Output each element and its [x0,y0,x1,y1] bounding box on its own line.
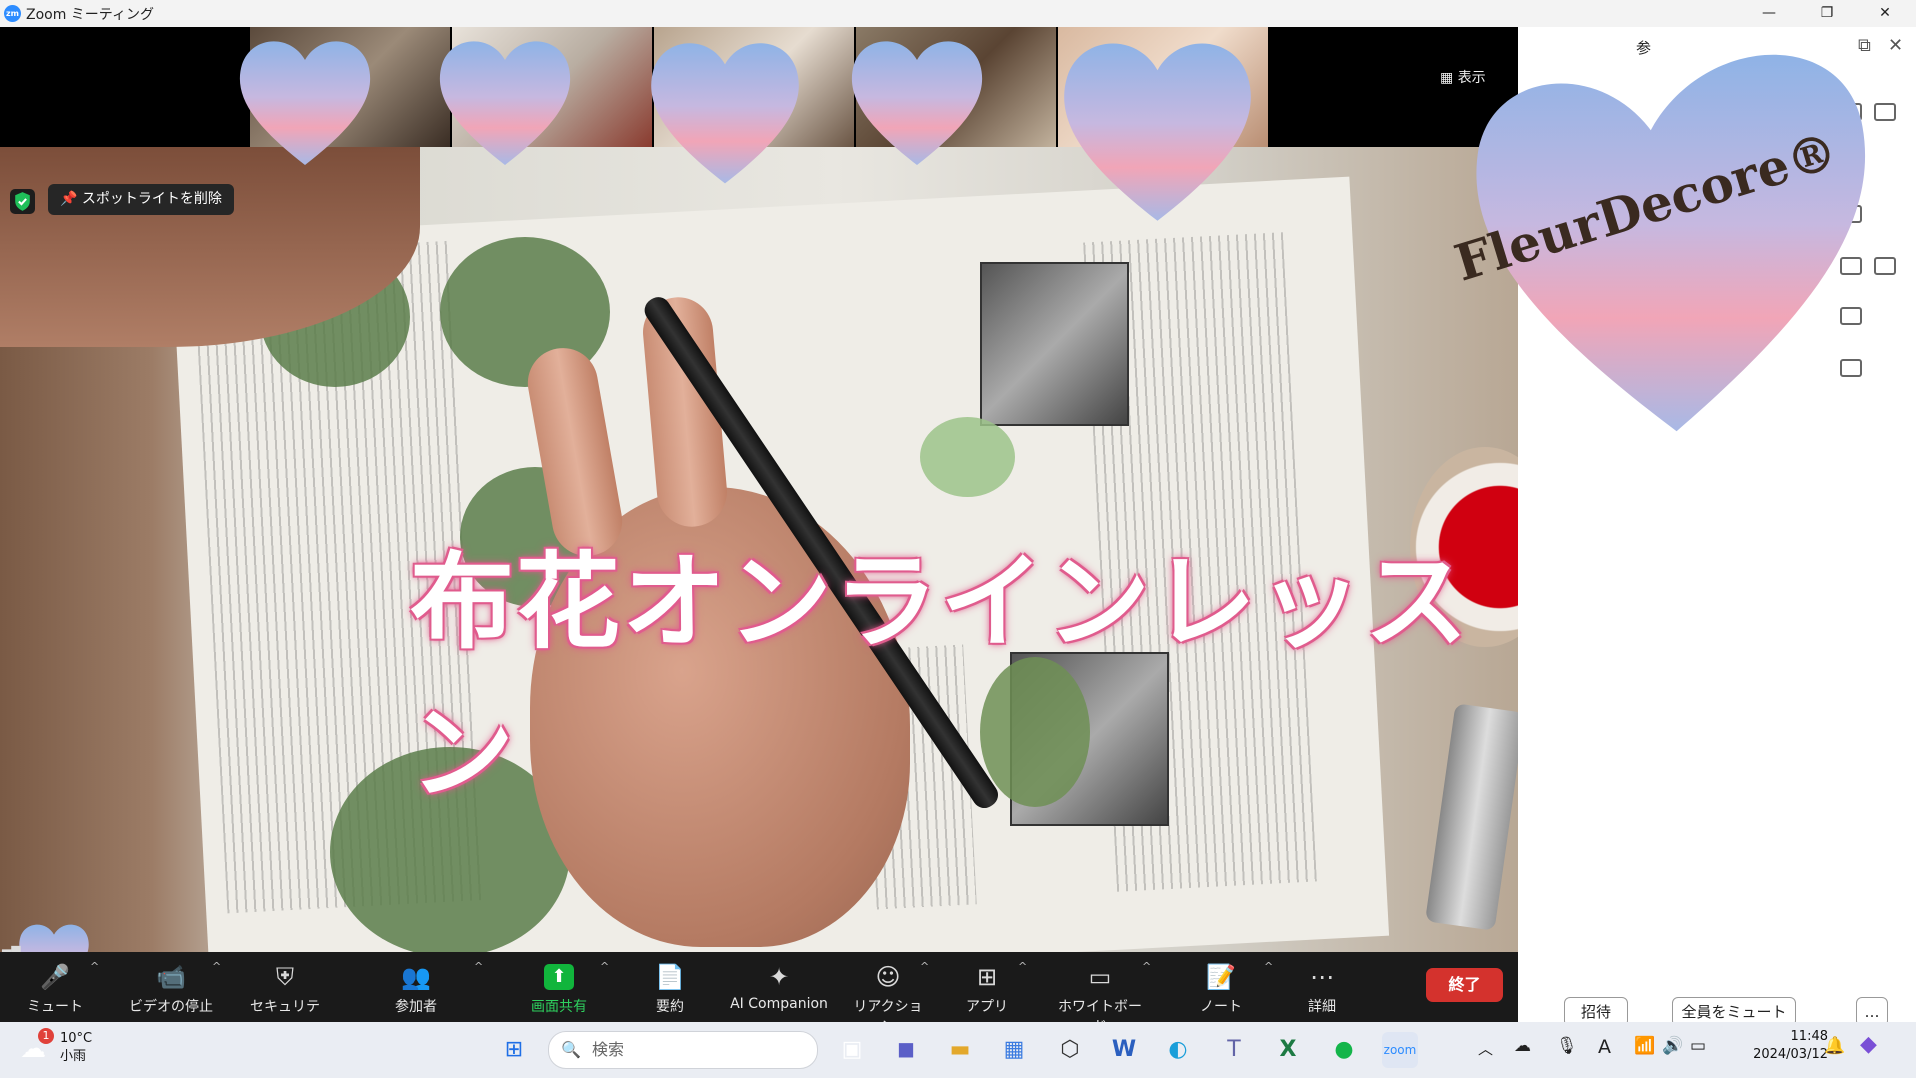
meeting-area: 📌 スポットライトを削除 ▦ 表示 布花オンラインレッスン ▂▄ [0,27,1518,952]
notes-label: ノート [1200,999,1242,1015]
summary-icon: 📄 [655,963,685,991]
apps-label: アプリ [966,999,1008,1015]
end-meeting-button[interactable]: 終了 [1426,968,1503,1002]
lesson-title-overlay: 布花オンラインレッスン [410,540,1471,814]
excel-icon[interactable]: X [1270,1032,1306,1068]
share-screen-icon: ⬆ [544,964,574,990]
window-title: Zoom ミーティング [26,7,154,23]
participants-panel: 参 ⧉ ✕ FleurDecore® 招待 全員をミュート … [1448,27,1916,1027]
teams-chat-icon[interactable]: ◼ [888,1032,924,1068]
stop-video-label: ビデオの停止 [129,999,213,1015]
notes-icon: 📝 [1206,963,1236,991]
ai-companion-label: AI Companion [730,996,828,1012]
weather-widget[interactable]: 10°C 小雨 [60,1030,92,1066]
search-placeholder: 検索 [592,1040,625,1059]
copilot-icon[interactable]: ◆ [1860,1032,1877,1057]
more-button[interactable]: ⋯ 詳細 [1302,952,1342,1022]
heart-sticker [1050,27,1265,238]
participants-label: 参加者 [395,999,437,1015]
fleurdecore-heart-logo: FleurDecore® [1438,27,1898,457]
line-app-icon[interactable]: ● [1326,1032,1362,1068]
clock-time: 11:48 [1790,1029,1828,1044]
security-button[interactable]: ⛨ セキュリティ [244,952,326,1035]
whiteboard-icon: ▭ [1088,963,1112,991]
wifi-icon[interactable]: 📶 [1634,1036,1655,1056]
notification-bell-icon[interactable]: 🔔 [1824,1036,1845,1056]
notes-button[interactable]: 📝 ノート ^ [1196,952,1273,1022]
remove-spotlight-label: スポットライトを削除 [81,191,222,207]
chevron-up-icon[interactable]: ︿ [1478,1038,1493,1059]
heart-sticker [430,27,580,177]
heart-sticker [14,917,94,952]
close-button[interactable]: ✕ [1856,0,1914,27]
search-icon: 🔍 [561,1040,581,1059]
speaker-icon[interactable]: 🔊 [1662,1036,1683,1056]
chevron-up-icon[interactable]: ^ [920,960,929,973]
battery-icon[interactable]: ▭ [1690,1036,1706,1056]
emoji-icon: ☺ [875,963,901,991]
heart-sticker [640,27,810,197]
security-shield-icon [10,189,35,214]
hexagon-app-icon[interactable]: ⬡ [1052,1032,1088,1068]
sparkle-icon: ✦ [768,963,790,991]
participants-button[interactable]: 👥 参加者 ^ [386,952,483,1022]
chevron-up-icon[interactable]: ^ [1142,960,1151,973]
share-screen-button[interactable]: ⬆ 画面共有 ^ [520,952,609,1022]
zoom-taskbar-icon[interactable]: zoom [1382,1032,1418,1068]
participants-icon: 👥 [401,963,431,991]
more-label: 詳細 [1308,999,1336,1015]
mute-label: ミュート [27,999,83,1015]
stop-video-button[interactable]: 📹 ビデオの停止 ^ [128,952,221,1022]
microphone-icon: 🎤 [40,963,70,991]
title-bar: zm Zoom ミーティング — ❐ ✕ [0,0,1916,27]
ime-indicator[interactable]: A [1598,1036,1611,1058]
video-camera-icon: 📹 [156,963,186,991]
mute-button[interactable]: 🎤 ミュート ^ [22,952,99,1022]
apps-icon: ⊞ [976,963,998,991]
remove-spotlight-button[interactable]: 📌 スポットライトを削除 [48,184,234,215]
more-icon: ⋯ [1310,963,1334,991]
meeting-toolbar: 🎤 ミュート ^ 📹 ビデオの停止 ^ ⛨ セキュリティ 👥 参加者 ^ ⬆ 画… [0,952,1518,1035]
microsoft-store-icon[interactable]: ▦ [996,1032,1032,1068]
newspaper-photo [980,262,1129,426]
taskbar-search-box[interactable]: 🔍 検索 [548,1031,818,1069]
ai-companion-button[interactable]: ✦ AI Companion [726,952,832,1022]
share-screen-label: 画面共有 [531,999,587,1015]
edge-browser-icon[interactable]: ◐ [1160,1032,1196,1068]
signal-strength-icon: ▂▄ [2,939,21,952]
chevron-up-icon[interactable]: ^ [1018,960,1027,973]
heart-sticker [230,27,380,177]
chevron-up-icon[interactable]: ^ [1264,960,1273,973]
onedrive-icon[interactable]: ☁ [1514,1036,1531,1056]
weather-desc: 小雨 [60,1049,87,1064]
shield-icon: ⛨ [276,963,294,991]
weather-temp: 10°C [60,1031,93,1046]
windows-start-icon[interactable]: ⊞ [496,1032,532,1068]
chevron-up-icon[interactable]: ^ [212,960,221,973]
heart-sticker [842,27,992,177]
summary-button[interactable]: 📄 要約 [646,952,694,1022]
microphone-icon[interactable]: 🎙 [1556,1036,1578,1056]
whiteboard-button[interactable]: ▭ ホワイトボード ^ [1052,952,1151,1035]
chevron-up-icon[interactable]: ^ [600,960,609,973]
chevron-up-icon[interactable]: ^ [90,960,99,973]
taskbar-clock[interactable]: 11:48 2024/03/12 [1718,1028,1828,1064]
minimize-button[interactable]: — [1740,0,1798,27]
task-view-icon[interactable]: ▣ [834,1032,870,1068]
reactions-button[interactable]: ☺ リアクション ^ [850,952,929,1035]
word-icon[interactable]: W [1106,1032,1142,1068]
weather-badge: 1 [38,1028,54,1044]
file-explorer-icon[interactable]: ▬ [942,1032,978,1068]
zoom-logo-icon: zm [4,5,21,22]
fabric-petal [920,417,1015,497]
restore-button[interactable]: ❐ [1798,0,1856,27]
apps-button[interactable]: ⊞ アプリ ^ [964,952,1027,1022]
teams-icon[interactable]: T [1216,1032,1252,1068]
clock-date: 2024/03/12 [1753,1047,1828,1062]
chevron-up-icon[interactable]: ^ [474,960,483,973]
pin-icon: 📌 [60,191,78,207]
summary-label: 要約 [656,999,684,1015]
